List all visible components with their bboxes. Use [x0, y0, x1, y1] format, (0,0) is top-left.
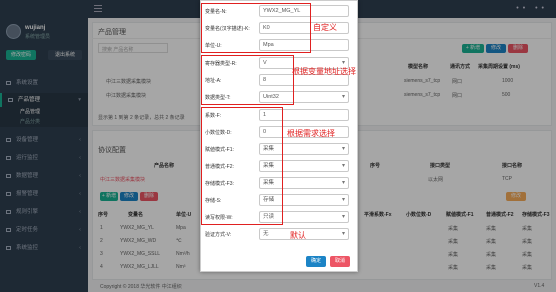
annotation-box-requirement	[201, 107, 283, 225]
annotation-default: 默认	[290, 231, 306, 240]
annotation-requirement: 根据需求选择	[287, 129, 335, 138]
field-verify-mode: 验证方式-V: 无	[201, 226, 359, 243]
cancel-button[interactable]: 取消	[330, 256, 350, 267]
annotation-box-address	[201, 55, 294, 105]
annotation-custom: 自定义	[313, 23, 337, 32]
annotation-address: 根据变量地址选择	[292, 67, 356, 76]
annotation-box-custom	[201, 3, 311, 53]
confirm-button[interactable]: 确定	[306, 256, 326, 267]
